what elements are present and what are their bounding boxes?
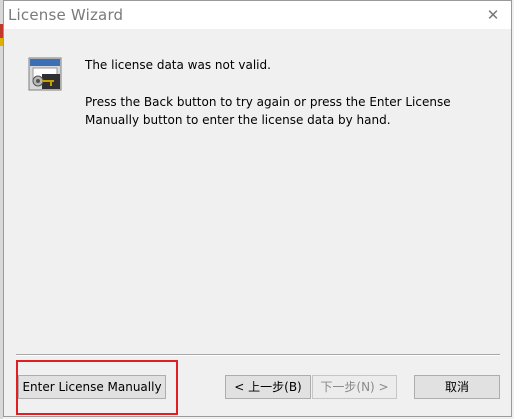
license-key-icon [28, 57, 62, 91]
enter-license-manually-button[interactable]: Enter License Manually [18, 375, 166, 399]
wizard-content: The license data was not valid. Press th… [4, 29, 511, 355]
window-title: License Wizard [8, 6, 124, 24]
cancel-button[interactable]: 取消 [414, 375, 500, 399]
title-bar: License Wizard ✕ [4, 1, 511, 29]
error-headline: The license data was not valid. [85, 58, 271, 72]
back-button[interactable]: < 上一步(B) [225, 375, 311, 399]
next-button[interactable]: 下一步(N) > [312, 375, 397, 399]
error-detail: Press the Back button to try again or pr… [85, 95, 451, 127]
close-icon[interactable]: ✕ [483, 5, 503, 25]
button-area-divider [16, 354, 500, 356]
license-wizard-dialog: License Wizard ✕ The license data was no… [3, 0, 512, 417]
